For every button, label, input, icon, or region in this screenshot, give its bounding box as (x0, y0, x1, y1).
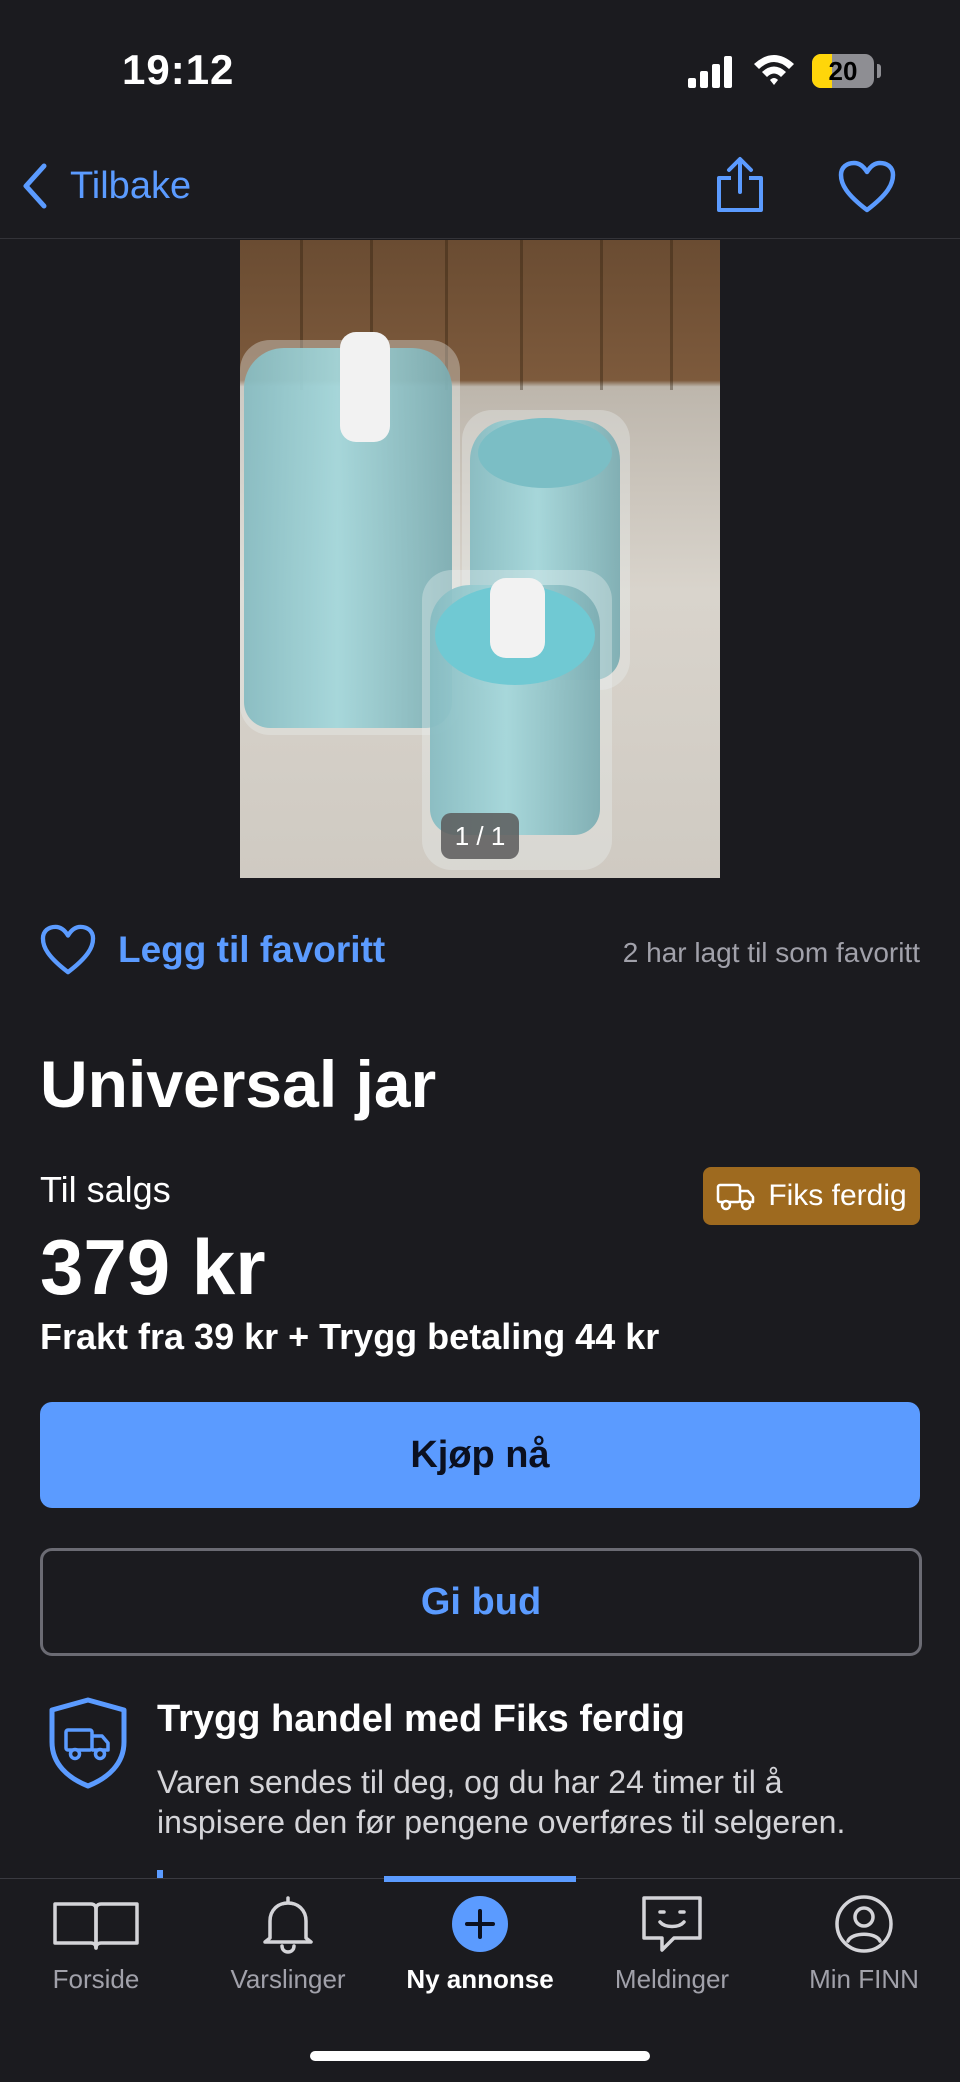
badge-label: Fiks ferdig (768, 1179, 907, 1212)
photo-counter: 1 / 1 (441, 813, 519, 859)
tab-min-finn[interactable]: Min FINN (768, 1894, 960, 1995)
safe-trade-text: Varen sendes til deg, og du har 24 timer… (157, 1764, 846, 1840)
back-button[interactable]: Tilbake (20, 158, 191, 214)
tab-meldinger[interactable]: Meldinger (576, 1894, 768, 1995)
home-indicator[interactable] (310, 2051, 650, 2061)
battery-level: 20 (828, 56, 858, 86)
chevron-left-icon (23, 163, 47, 209)
tab-ny-annonse[interactable]: Ny annonse (384, 1894, 576, 1995)
status-time: 19:12 (122, 46, 235, 93)
delivery-truck-icon (717, 1183, 755, 1211)
plus-circle-icon (452, 1896, 508, 1952)
make-offer-button[interactable]: Gi bud (40, 1548, 922, 1656)
fiks-ferdig-badge: Fiks ferdig (703, 1167, 920, 1225)
tab-label-ny-annonse: Ny annonse (406, 1964, 554, 1994)
sale-label: Til salgs (40, 1169, 171, 1210)
battery-indicator: 20 (812, 54, 874, 88)
listing-title: Universal jar (40, 1047, 437, 1121)
favorite-count: 2 har lagt til som favoritt (622, 937, 920, 968)
back-label: Tilbake (70, 164, 192, 207)
heart-icon[interactable] (40, 924, 96, 976)
favorite-heart-icon[interactable] (838, 160, 896, 214)
wifi-icon (754, 55, 794, 85)
add-favorite-link[interactable]: Legg til favoritt (118, 929, 385, 971)
nav-divider (0, 238, 960, 239)
book-icon (53, 1902, 139, 1950)
shipping-info: Frakt fra 39 kr + Trygg betaling 44 kr (40, 1316, 660, 1357)
chat-icon (642, 1896, 702, 1952)
bell-icon (263, 1896, 313, 1954)
tab-varslinger[interactable]: Varslinger (192, 1894, 384, 1995)
share-icon[interactable] (714, 156, 766, 214)
listing-photo[interactable] (240, 240, 720, 878)
buy-now-button[interactable]: Kjøp nå (40, 1402, 920, 1508)
active-tab-indicator (384, 1876, 576, 1882)
tab-label-forside: Forside (52, 1964, 140, 1994)
tab-label-min-finn: Min FINN (809, 1964, 919, 1994)
cellular-signal-icon (688, 56, 732, 88)
profile-icon (835, 1895, 893, 1953)
tab-label-meldinger: Meldinger (614, 1964, 730, 1994)
battery-tip (877, 64, 881, 78)
shield-truck-icon (49, 1697, 127, 1789)
tab-label-varslinger: Varslinger (230, 1964, 346, 1994)
price: 379 kr (40, 1223, 266, 1311)
safe-trade-title: Trygg handel med Fiks ferdig (157, 1698, 685, 1740)
tab-forside[interactable]: Forside (0, 1894, 192, 1995)
